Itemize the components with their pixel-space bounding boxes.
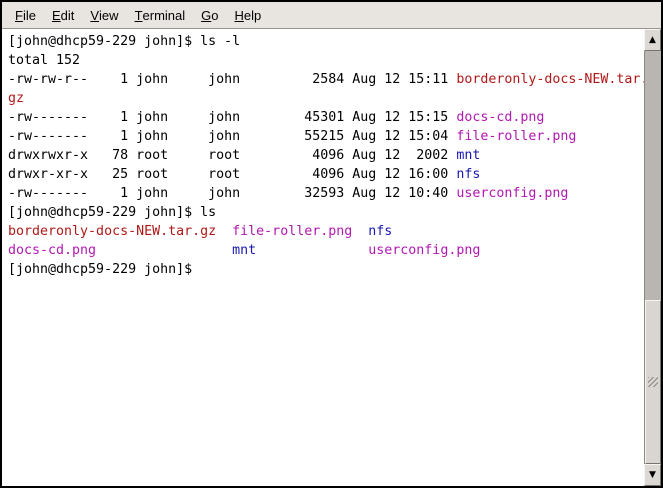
terminal-line: total 152 [8, 51, 644, 70]
scrollbar[interactable]: ▲ ▼ [644, 29, 661, 486]
filename-text: docs-cd.png [8, 243, 96, 258]
filename-text: mnt [232, 243, 256, 258]
filename-text: borderonly-docs-NEW.tar.gz [8, 224, 216, 239]
terminal-line: -rw-rw-r-- 1 john john 2584 Aug 12 15:11… [8, 70, 644, 89]
menu-item-label: erminal [143, 8, 186, 23]
filename-text: file-roller.png [232, 224, 352, 239]
menu-view[interactable]: View [82, 2, 126, 28]
scrollbar-trough[interactable] [644, 51, 661, 464]
terminal-text [352, 224, 368, 239]
menu-terminal[interactable]: Terminal [127, 2, 194, 28]
menu-item-label: F [15, 8, 23, 23]
scroll-down-button[interactable]: ▼ [644, 464, 661, 486]
filename-text: userconfig.png [368, 243, 480, 258]
menu-file[interactable]: File [7, 2, 44, 28]
menu-item-label: dit [61, 8, 75, 23]
terminal-line: [john@dhcp59-229 john]$ [8, 260, 644, 279]
terminal-line: gz [8, 89, 644, 108]
terminal-line: drwxrwxr-x 78 root root 4096 Aug 12 2002… [8, 146, 644, 165]
terminal-text [96, 243, 232, 258]
menu-edit[interactable]: Edit [44, 2, 82, 28]
menu-item-label: elp [244, 8, 261, 23]
terminal-text: -rw------- 1 john john 32593 Aug 12 10:4… [8, 186, 456, 201]
terminal-window: File Edit View Terminal Go Help [john@dh… [0, 0, 663, 488]
terminal-line: borderonly-docs-NEW.tar.gz file-roller.p… [8, 222, 644, 241]
menu-go[interactable]: Go [193, 2, 226, 28]
up-arrow-icon: ▲ [649, 36, 656, 45]
terminal-text: -rw------- 1 john john 45301 Aug 12 15:1… [8, 110, 456, 125]
terminal-text: [john@dhcp59-229 john]$ [8, 262, 200, 277]
terminal-line: drwxr-xr-x 25 root root 4096 Aug 12 16:0… [8, 165, 644, 184]
menu-item-label: iew [99, 8, 119, 23]
filename-text: gz [8, 91, 24, 106]
terminal-line: [john@dhcp59-229 john]$ ls [8, 203, 644, 222]
menu-item-label: ile [23, 8, 36, 23]
filename-text: nfs [456, 167, 480, 182]
scroll-up-button[interactable]: ▲ [644, 29, 661, 51]
menu-item-label: E [52, 8, 61, 23]
terminal-text [256, 243, 368, 258]
menu-bar: File Edit View Terminal Go Help [2, 2, 661, 29]
terminal-text: drwxr-xr-x 25 root root 4096 Aug 12 16:0… [8, 167, 456, 182]
down-arrow-icon: ▼ [649, 471, 656, 480]
menu-help[interactable]: Help [227, 2, 270, 28]
scrollbar-grip-icon [648, 377, 658, 387]
terminal-text: -rw-rw-r-- 1 john john 2584 Aug 12 15:11 [8, 72, 456, 87]
filename-text: userconfig.png [456, 186, 568, 201]
menu-item-label: T [135, 8, 143, 23]
terminal-lines: [john@dhcp59-229 john]$ ls -l total 152 -r… [8, 32, 644, 279]
filename-text: docs-cd.png [456, 110, 544, 125]
terminal-text: [john@dhcp59-229 john]$ ls -l [8, 34, 240, 49]
terminal-line: -rw------- 1 john john 45301 Aug 12 15:1… [8, 108, 644, 127]
menu-item-label: V [90, 8, 99, 23]
terminal-text: drwxrwxr-x 78 root root 4096 Aug 12 2002 [8, 148, 456, 163]
menu-item-label: H [235, 8, 244, 23]
window-content: [john@dhcp59-229 john]$ ls -l total 152 -r… [2, 29, 661, 486]
terminal-output[interactable]: [john@dhcp59-229 john]$ ls -l total 152 -r… [2, 29, 644, 486]
filename-text: mnt [456, 148, 480, 163]
menu-item-label: o [211, 8, 218, 23]
terminal-text [216, 224, 232, 239]
filename-text: borderonly-docs-NEW.tar. [456, 72, 644, 87]
terminal-line: [john@dhcp59-229 john]$ ls -l [8, 32, 644, 51]
menu-item-label: G [201, 8, 211, 23]
terminal-line: -rw------- 1 john john 55215 Aug 12 15:0… [8, 127, 644, 146]
terminal-line: -rw------- 1 john john 32593 Aug 12 10:4… [8, 184, 644, 203]
terminal-line: docs-cd.png mnt userconfig.png [8, 241, 644, 260]
terminal-text: total 152 [8, 53, 80, 68]
scrollbar-thumb[interactable] [645, 300, 661, 464]
filename-text: file-roller.png [456, 129, 576, 144]
terminal-text: -rw------- 1 john john 55215 Aug 12 15:0… [8, 129, 456, 144]
terminal-text: [john@dhcp59-229 john]$ ls [8, 205, 216, 220]
filename-text: nfs [368, 224, 392, 239]
